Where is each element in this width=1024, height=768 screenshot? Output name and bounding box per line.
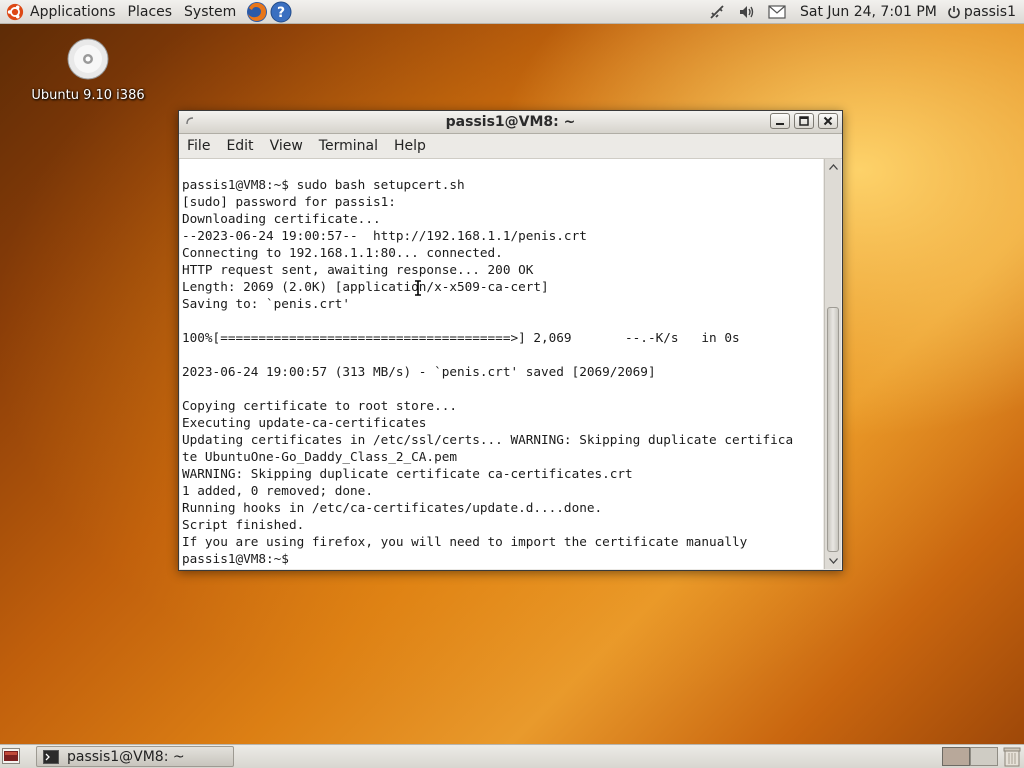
desktop-icon-label: Ubuntu 9.10 i386 (31, 88, 145, 103)
terminal-line: WARNING: Skipping duplicate certificate … (182, 466, 633, 481)
taskbar-terminal-button[interactable]: passis1@VM8: ~ (36, 746, 234, 767)
terminal-line: --2023-06-24 19:00:57-- http://192.168.1… (182, 228, 587, 243)
terminal-line: Downloading certificate... (182, 211, 381, 226)
terminal-line: passis1@VM8:~$ (182, 551, 297, 566)
terminal-scrollbar[interactable] (824, 159, 841, 569)
terminal-line: [sudo] password for passis1: (182, 194, 396, 209)
firefox-launcher-icon[interactable] (246, 1, 268, 23)
workspace-1[interactable] (942, 747, 970, 766)
show-desktop-button[interactable] (2, 748, 20, 764)
close-icon (823, 116, 833, 126)
workspace-2[interactable] (970, 747, 998, 766)
terminal-line: If you are using firefox, you will need … (182, 534, 748, 549)
terminal-window[interactable]: passis1@VM8: ~ File Edit View Terminal H… (178, 110, 843, 571)
window-title: passis1@VM8: ~ (445, 114, 576, 130)
terminal-line: 100%[===================================… (182, 330, 740, 345)
close-button[interactable] (818, 113, 838, 129)
terminal-line: 1 added, 0 removed; done. (182, 483, 373, 498)
system-menu[interactable]: System (178, 0, 242, 24)
mail-icon[interactable] (766, 1, 788, 23)
terminal-line: Connecting to 192.168.1.1:80... connecte… (182, 245, 503, 260)
terminal-line: Executing update-ca-certificates (182, 415, 427, 430)
scrollbar-thumb[interactable] (827, 307, 839, 552)
terminal-output[interactable]: passis1@VM8:~$ sudo bash setupcert.sh [su… (180, 159, 823, 569)
scroll-down-button[interactable] (825, 554, 841, 568)
user-menu[interactable]: passis1 (947, 4, 1024, 20)
terminal-menubar: File Edit View Terminal Help (179, 134, 842, 159)
menu-edit[interactable]: Edit (218, 138, 261, 154)
minimize-button[interactable] (770, 113, 790, 129)
power-icon (948, 6, 960, 19)
terminal-line: Script finished. (182, 517, 305, 532)
terminal-line: te UbuntuOne-Go_Daddy_Class_2_CA.pem (182, 449, 457, 464)
clock[interactable]: Sat Jun 24, 7:01 PM (792, 0, 947, 24)
ubuntu-logo-icon[interactable] (6, 3, 24, 21)
terminal-line: Running hooks in /etc/ca-certificates/up… (182, 500, 603, 515)
text-cursor-icon (415, 280, 421, 296)
terminal-line: HTTP request sent, awaiting response... … (182, 262, 534, 277)
user-name: passis1 (963, 4, 1016, 20)
menu-file[interactable]: File (179, 138, 218, 154)
terminal-icon (43, 749, 59, 764)
cd-icon (67, 38, 109, 80)
taskbar-terminal-label: passis1@VM8: ~ (67, 748, 185, 765)
svg-text:?: ? (277, 5, 285, 21)
arrow-up-icon (828, 164, 838, 170)
terminal-line: Updating certificates in /etc/ssl/certs.… (182, 432, 794, 447)
menu-help[interactable]: Help (386, 138, 434, 154)
workspace-switcher (942, 747, 998, 766)
places-menu[interactable]: Places (122, 0, 179, 24)
scroll-up-button[interactable] (825, 160, 841, 174)
arrow-down-icon (828, 558, 838, 564)
terminal-line: passis1@VM8:~$ sudo bash setupcert.sh (182, 177, 465, 192)
network-disconnected-icon[interactable] (706, 1, 728, 23)
desktop-icon-ubuntu-cd[interactable]: Ubuntu 9.10 i386 (28, 38, 148, 103)
terminal-line: Length: 2069 (2.0K) [application/x-x509-… (182, 279, 549, 294)
menu-terminal[interactable]: Terminal (311, 138, 386, 154)
bottom-panel: passis1@VM8: ~ (0, 744, 1024, 768)
menu-view[interactable]: View (262, 138, 311, 154)
window-titlebar[interactable]: passis1@VM8: ~ (179, 111, 842, 134)
top-panel: Applications Places System ? Sat Jun 24,… (0, 0, 1024, 24)
terminal-line: Copying certificate to root store... (182, 398, 457, 413)
terminal-line: 2023-06-24 19:00:57 (313 MB/s) - `penis.… (182, 364, 656, 379)
show-desktop-icon (4, 751, 18, 761)
minimize-icon (776, 123, 784, 125)
volume-icon[interactable] (736, 1, 758, 23)
maximize-icon (799, 116, 809, 126)
help-icon[interactable]: ? (270, 1, 292, 23)
maximize-button[interactable] (794, 113, 814, 129)
terminal-line: Saving to: `penis.crt' (182, 296, 351, 311)
trash-icon[interactable] (1002, 746, 1022, 767)
applications-menu[interactable]: Applications (24, 0, 122, 24)
terminal-text[interactable]: passis1@VM8:~$ sudo bash setupcert.sh [su… (180, 159, 823, 567)
